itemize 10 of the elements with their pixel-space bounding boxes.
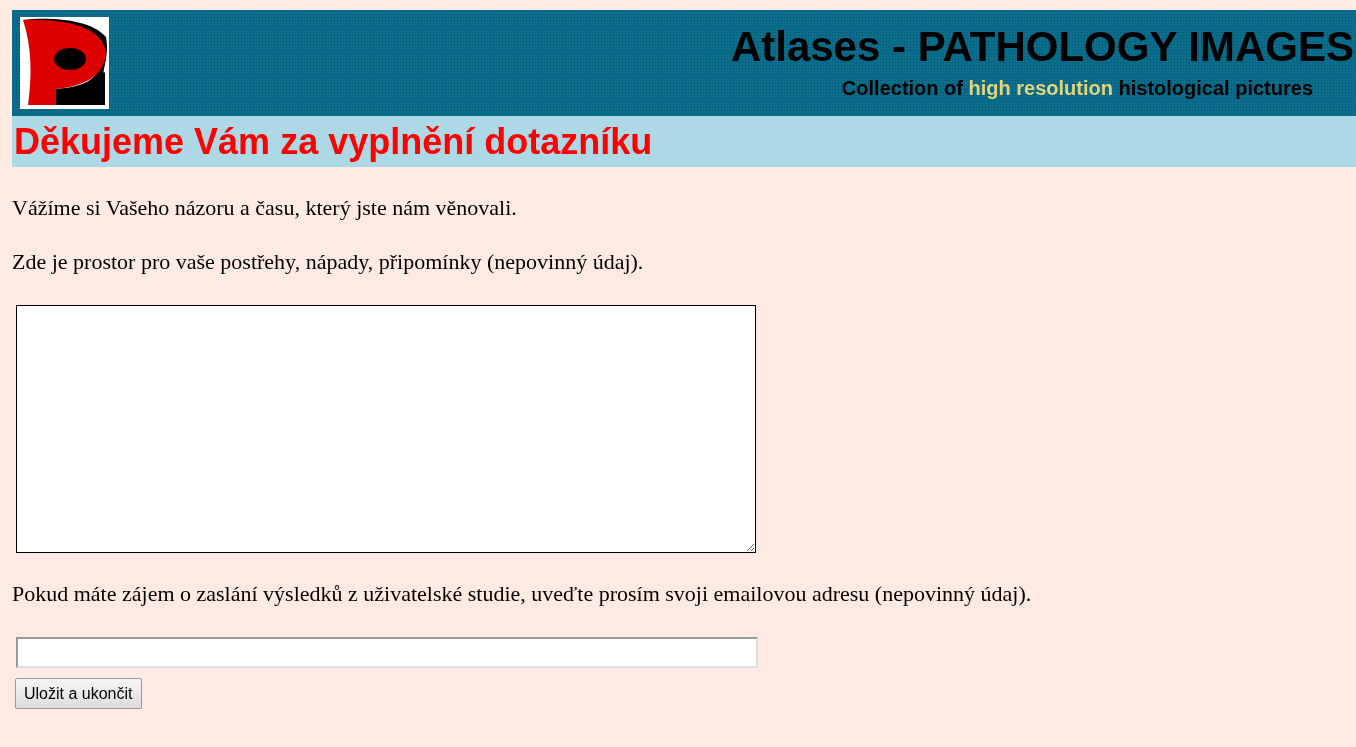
logo-icon bbox=[20, 17, 109, 109]
submit-button[interactable]: Uložit a ukončit bbox=[15, 678, 142, 709]
comments-field[interactable] bbox=[16, 305, 756, 553]
paragraph: Pokud máte zájem o zaslání výsledků z uživatelské studie, uveďte prosím svoji emailovou adresu (nepovinný údaj). bbox=[12, 581, 1033, 607]
site-title: Atlases - PATHOLOGY IMAGES bbox=[730, 23, 1354, 71]
email-field[interactable] bbox=[16, 637, 758, 668]
site-subtitle: Collection of high resolution histological pictures bbox=[841, 77, 1313, 100]
paragraph: Zde je prostor pro vaše postřehy, nápady, připomínky (nepovinný údaj). bbox=[12, 249, 645, 275]
paragraph: Vážíme si Vašeho názoru a času, který jste nám věnovali. bbox=[12, 195, 518, 221]
page-heading: Děkujeme Vám za vyplnění dotazníku bbox=[13, 120, 653, 163]
